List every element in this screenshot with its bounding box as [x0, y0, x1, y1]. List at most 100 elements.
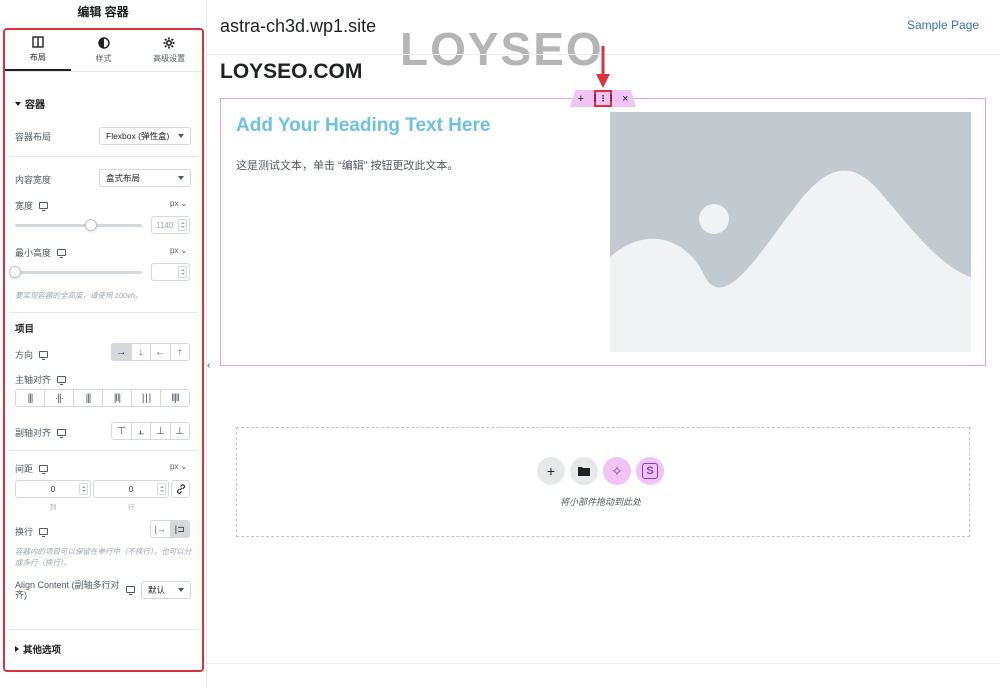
- nowrap-button[interactable]: |→: [151, 521, 171, 537]
- gap-unit: px: [170, 462, 179, 471]
- editor-panel: 编辑 容器 布局 样式 高级设置 容器 容器布局 Flexbox (弹性盒) 内…: [0, 0, 207, 688]
- cross-align-text: 副轴对齐: [15, 428, 52, 438]
- direction-row-reverse-button[interactable]: ←: [151, 344, 171, 360]
- justify-around-button[interactable]: | | |: [132, 390, 161, 406]
- chevron-down-icon: [178, 176, 184, 180]
- width-input[interactable]: 1140: [151, 216, 190, 234]
- brand-heading: LOYSEO.COM: [220, 60, 363, 83]
- width-unit-select[interactable]: px ⌄: [170, 199, 187, 208]
- desktop-icon[interactable]: [57, 249, 67, 258]
- stepper-icon[interactable]: [178, 266, 187, 278]
- gap-unit-select[interactable]: px ⌄: [170, 462, 187, 471]
- text-widget[interactable]: 这是测试文本，单击 “编辑” 按钮更改此文本。: [236, 157, 458, 173]
- width-unit: px: [170, 199, 179, 208]
- min-height-unit-select[interactable]: px ⌄: [170, 246, 187, 255]
- gap-row-input[interactable]: 0: [93, 480, 169, 498]
- link-icon: [176, 484, 185, 494]
- justify-between-button[interactable]: |‖|: [103, 390, 132, 406]
- wrap-hint: 容器内的项目可以保留在单行中（不换行），也可以分成多行（换行）。: [15, 547, 192, 567]
- direction-column-button[interactable]: ↓: [132, 344, 151, 360]
- width-slider[interactable]: [15, 224, 142, 227]
- drag-grip-icon: ⋮⋮⋮: [591, 94, 615, 103]
- direction-buttons: → ↓ ← ↑: [111, 343, 190, 361]
- width-text: 宽度: [15, 201, 34, 211]
- template-library-button[interactable]: [570, 457, 598, 485]
- align-start-button[interactable]: ⊤: [112, 423, 132, 439]
- heading-widget[interactable]: Add Your Heading Text Here: [236, 115, 490, 137]
- section-items-label: 项目: [15, 321, 34, 335]
- chevron-down-icon: [178, 134, 184, 138]
- justify-end-button[interactable]: |||: [74, 390, 103, 406]
- add-element-button[interactable]: +: [578, 93, 584, 105]
- min-height-input[interactable]: [151, 263, 190, 281]
- desktop-icon[interactable]: [39, 351, 49, 360]
- wrap-buttons: |→ |⊐: [150, 520, 190, 538]
- content-width-select[interactable]: 盒式布局: [99, 169, 191, 187]
- tab-style[interactable]: 样式: [71, 30, 137, 71]
- width-slider-handle[interactable]: [85, 219, 98, 231]
- ai-button[interactable]: ✧: [603, 457, 631, 485]
- justify-center-button[interactable]: ·||·: [45, 390, 74, 406]
- nav-link-sample-page[interactable]: Sample Page: [907, 18, 979, 32]
- caret-right-icon: [15, 646, 19, 652]
- section-other-toggle[interactable]: 其他选项: [15, 642, 61, 656]
- wrap-icon: |⊐: [174, 523, 185, 534]
- align-stretch-button[interactable]: ⊥: [171, 423, 190, 439]
- tab-advanced[interactable]: 高级设置: [136, 30, 202, 71]
- s-logo-icon: S: [642, 463, 658, 479]
- section-container-label: 容器: [25, 100, 45, 111]
- gap-label: 间距: [15, 462, 49, 475]
- add-section-button[interactable]: +: [537, 457, 565, 485]
- sparkle-icon: ✧: [611, 462, 623, 479]
- desktop-icon[interactable]: [39, 528, 49, 537]
- drag-handle-button[interactable]: ⋮⋮⋮: [591, 90, 615, 107]
- divider: [9, 156, 198, 157]
- direction-text: 方向: [15, 350, 34, 360]
- desktop-icon[interactable]: [126, 586, 135, 595]
- justify-start-button[interactable]: |||: [16, 390, 45, 406]
- site-title[interactable]: astra-ch3d.wp1.site: [220, 16, 376, 37]
- collapse-panel-icon[interactable]: ‹: [207, 360, 210, 371]
- gap-row-value: 0: [128, 484, 134, 494]
- contrast-icon: [97, 37, 110, 49]
- container-layout-select[interactable]: Flexbox (弹性盒): [99, 127, 191, 145]
- min-height-hint: 要实现容器的全高度，请使用 100vh。: [15, 291, 143, 300]
- chevron-down-icon: [178, 588, 184, 592]
- min-height-label: 最小高度: [15, 246, 67, 259]
- caret-down-icon: [15, 101, 21, 106]
- direction-row-button[interactable]: →: [112, 344, 132, 360]
- gap-column-value: 0: [50, 484, 56, 494]
- align-end-button[interactable]: ⊥: [151, 423, 171, 439]
- tab-style-label: 样式: [95, 54, 112, 63]
- wrap-button[interactable]: |⊐: [170, 521, 189, 537]
- section-container-toggle[interactable]: 容器: [15, 96, 45, 111]
- main-align-buttons: ||| ·||· ||| |‖| | | | ‖|‖: [15, 389, 190, 407]
- content-width-label: 内容宽度: [15, 173, 51, 186]
- justify-evenly-button[interactable]: ‖|‖: [161, 390, 189, 406]
- image-placeholder[interactable]: [610, 112, 971, 352]
- desktop-icon[interactable]: [57, 429, 67, 438]
- desktop-icon[interactable]: [39, 202, 49, 211]
- desktop-icon[interactable]: [57, 376, 67, 385]
- tab-layout-label: 布局: [29, 53, 46, 62]
- min-height-slider-handle[interactable]: [9, 266, 21, 278]
- desktop-icon[interactable]: [39, 465, 49, 474]
- image-placeholder-icon: [610, 112, 971, 352]
- delete-container-button[interactable]: ×: [622, 93, 628, 105]
- link-values-button[interactable]: [171, 480, 190, 498]
- align-content-select[interactable]: 默认: [141, 581, 191, 599]
- width-label: 宽度: [15, 199, 49, 212]
- gap-column-input[interactable]: 0: [15, 480, 91, 498]
- stepper-icon[interactable]: [157, 483, 166, 495]
- gap-row-label: 行: [128, 504, 135, 511]
- section-items-text: 项目: [15, 324, 35, 335]
- layout-icon: [32, 36, 44, 48]
- starter-templates-button[interactable]: S: [636, 457, 664, 485]
- tab-layout[interactable]: 布局: [5, 30, 71, 71]
- stepper-icon[interactable]: [79, 483, 88, 495]
- annotation-arrow-icon: [596, 46, 610, 88]
- direction-column-reverse-button[interactable]: ↑: [171, 344, 190, 360]
- min-height-slider[interactable]: [15, 271, 142, 274]
- align-center-button[interactable]: ⫠: [132, 423, 151, 439]
- stepper-icon[interactable]: [178, 219, 187, 231]
